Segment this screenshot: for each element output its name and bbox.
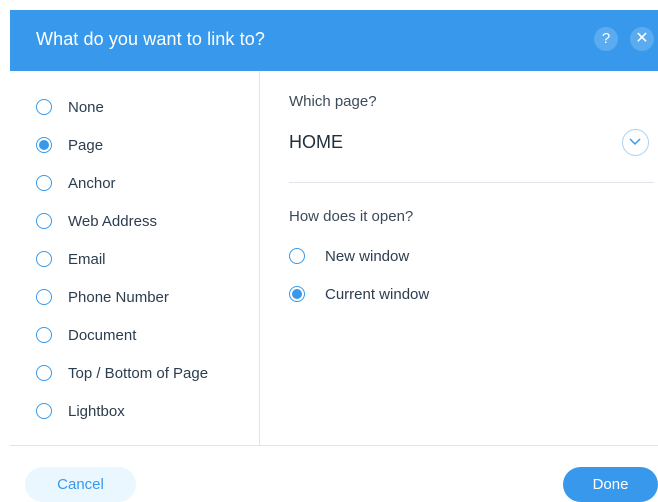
- radio-none[interactable]: [36, 99, 52, 115]
- close-icon[interactable]: ✕: [630, 27, 654, 51]
- link-type-phone-number[interactable]: Phone Number: [36, 285, 169, 309]
- radio-lightbox[interactable]: [36, 403, 52, 419]
- which-page-label: Which page?: [289, 93, 377, 110]
- link-type-label: Page: [68, 136, 104, 154]
- radio-anchor[interactable]: [36, 175, 52, 191]
- link-type-lightbox[interactable]: Lightbox: [36, 399, 125, 423]
- open-current-window[interactable]: Current window: [289, 282, 429, 306]
- chevron-down-icon: [629, 138, 641, 146]
- dialog-header: What do you want to link to? ? ✕: [10, 10, 658, 71]
- link-type-label: Top / Bottom of Page: [68, 364, 209, 382]
- link-type-top-bottom[interactable]: Top / Bottom of Page: [36, 361, 208, 385]
- link-type-label: Anchor: [68, 174, 116, 192]
- link-type-document[interactable]: Document: [36, 323, 136, 347]
- radio-new-window[interactable]: [289, 248, 305, 264]
- radio-current-window[interactable]: [289, 286, 305, 302]
- help-icon[interactable]: ?: [594, 27, 618, 51]
- link-type-page[interactable]: Page: [36, 133, 103, 157]
- link-type-label: Phone Number: [68, 288, 169, 306]
- link-settings-panel: Which page? HOME How does it open? New w…: [260, 71, 658, 445]
- open-option-label: New window: [325, 247, 410, 265]
- radio-top-bottom[interactable]: [36, 365, 52, 381]
- link-type-web-address[interactable]: Web Address: [36, 209, 157, 233]
- open-new-window[interactable]: New window: [289, 244, 409, 268]
- dialog-title: What do you want to link to?: [36, 29, 265, 49]
- done-button[interactable]: Done: [563, 467, 658, 502]
- radio-phone-number[interactable]: [36, 289, 52, 305]
- radio-email[interactable]: [36, 251, 52, 267]
- radio-web-address[interactable]: [36, 213, 52, 229]
- how-open-label: How does it open?: [289, 208, 414, 225]
- link-type-label: Web Address: [68, 212, 157, 230]
- footer-divider: [10, 445, 658, 446]
- radio-document[interactable]: [36, 327, 52, 343]
- page-dropdown-button[interactable]: [622, 129, 649, 156]
- link-type-none[interactable]: None: [36, 95, 104, 119]
- link-type-email[interactable]: Email: [36, 247, 106, 271]
- link-type-label: Lightbox: [68, 402, 125, 420]
- link-type-label: Document: [68, 326, 137, 344]
- cancel-button[interactable]: Cancel: [25, 467, 136, 502]
- link-type-list: None Page Anchor Web Address Email Phone…: [10, 71, 259, 445]
- section-divider: [289, 182, 654, 183]
- open-option-label: Current window: [325, 285, 430, 303]
- link-type-label: Email: [68, 250, 106, 268]
- page-select-value[interactable]: HOME: [289, 132, 343, 153]
- radio-page[interactable]: [36, 137, 52, 153]
- link-type-anchor[interactable]: Anchor: [36, 171, 116, 195]
- link-type-label: None: [68, 98, 104, 116]
